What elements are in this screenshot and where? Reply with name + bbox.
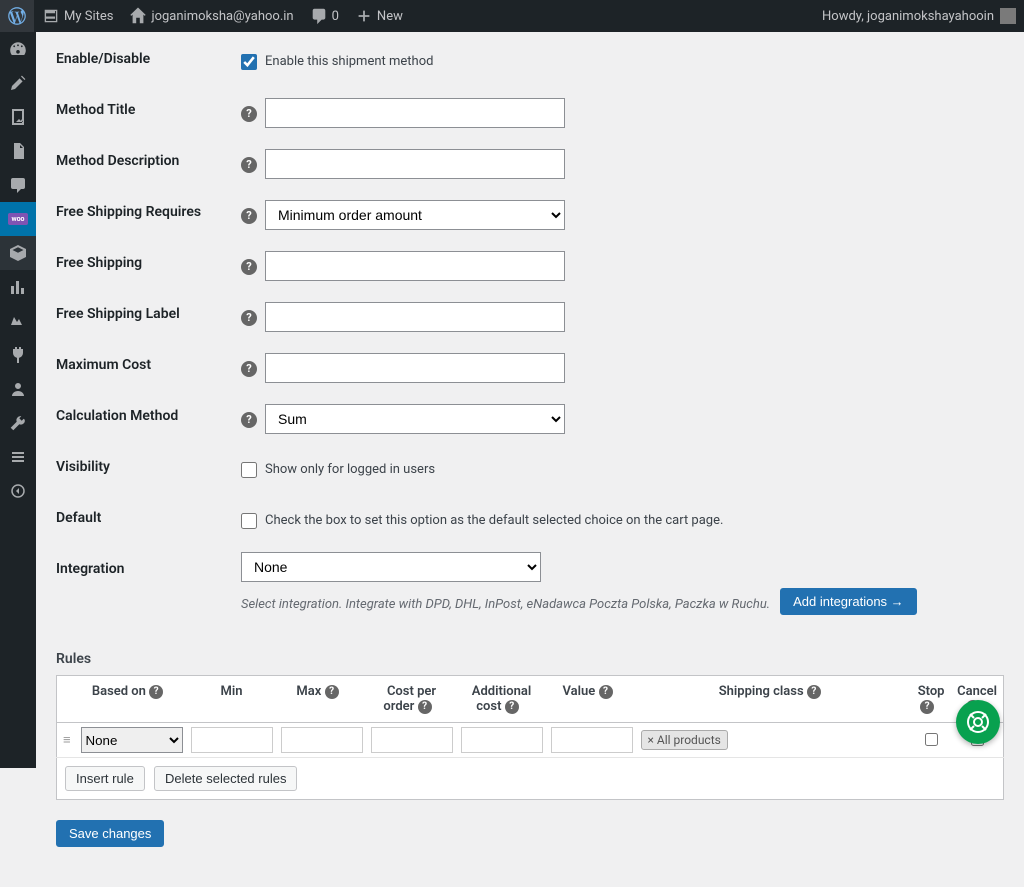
- menu-settings[interactable]: [0, 440, 36, 474]
- integration-label: Integration: [56, 546, 231, 621]
- help-icon[interactable]: ?: [325, 685, 339, 699]
- help-icon[interactable]: ?: [241, 106, 257, 122]
- integration-select[interactable]: None: [241, 552, 541, 582]
- menu-products[interactable]: [0, 236, 36, 270]
- max-input[interactable]: [281, 727, 363, 753]
- help-icon[interactable]: ?: [418, 700, 432, 714]
- delete-rules-button[interactable]: Delete selected rules: [154, 766, 297, 791]
- drag-handle[interactable]: ≡: [57, 723, 77, 758]
- help-icon[interactable]: ?: [599, 685, 613, 699]
- menu-media[interactable]: [0, 100, 36, 134]
- save-changes-button[interactable]: Save changes: [56, 820, 164, 847]
- rules-heading: Rules: [56, 651, 1004, 667]
- site-home-link[interactable]: joganimoksha@yahoo.in: [121, 0, 301, 32]
- menu-analytics[interactable]: [0, 270, 36, 304]
- help-icon[interactable]: ?: [241, 157, 257, 173]
- method-title-label: Method Title: [56, 87, 231, 138]
- default-checkbox-label: Check the box to set this option as the …: [265, 513, 723, 528]
- method-desc-input[interactable]: [265, 149, 565, 179]
- menu-woocommerce[interactable]: woo: [0, 202, 36, 236]
- comments-count: 0: [332, 9, 339, 24]
- content-area: Enable/Disable Enable this shipment meth…: [36, 0, 1024, 887]
- help-icon[interactable]: ?: [241, 310, 257, 326]
- new-label: New: [377, 9, 403, 24]
- wp-logo[interactable]: [0, 0, 34, 32]
- integration-note: Select integration. Integrate with DPD, …: [241, 597, 770, 612]
- value-input[interactable]: [551, 727, 633, 753]
- max-cost-input[interactable]: [265, 353, 565, 383]
- user-avatar: [1000, 8, 1016, 24]
- site-name-label: joganimoksha@yahoo.in: [151, 9, 293, 24]
- visibility-checkbox-label: Show only for logged in users: [265, 462, 435, 477]
- default-checkbox[interactable]: [241, 513, 257, 529]
- help-icon[interactable]: ?: [241, 259, 257, 275]
- help-icon[interactable]: ?: [505, 700, 519, 714]
- rule-row: ≡ None × All products: [57, 723, 1004, 758]
- menu-comments[interactable]: [0, 168, 36, 202]
- menu-posts[interactable]: [0, 66, 36, 100]
- my-sites-label: My Sites: [64, 9, 113, 24]
- my-sites-link[interactable]: My Sites: [34, 0, 121, 32]
- based-on-select[interactable]: None: [81, 727, 183, 753]
- menu-plugins[interactable]: [0, 338, 36, 372]
- calc-method-select[interactable]: Sum: [265, 404, 565, 434]
- stop-checkbox[interactable]: [925, 733, 938, 746]
- rules-table: Based on ? Min Max ? Cost per order ? Ad…: [56, 675, 1004, 758]
- woocommerce-icon: woo: [8, 213, 27, 225]
- free-shipping-label-input[interactable]: [265, 302, 565, 332]
- default-label: Default: [56, 495, 231, 546]
- free-shipping-label: Free Shipping: [56, 240, 231, 291]
- menu-collapse[interactable]: [0, 474, 36, 508]
- settings-form: Enable/Disable Enable this shipment meth…: [56, 36, 1004, 621]
- menu-appearance[interactable]: [0, 304, 36, 338]
- visibility-checkbox[interactable]: [241, 462, 257, 478]
- add-integrations-button[interactable]: Add integrations →: [780, 588, 917, 615]
- method-title-input[interactable]: [265, 98, 565, 128]
- free-shipping-input[interactable]: [265, 251, 565, 281]
- enable-checkbox[interactable]: [241, 54, 257, 70]
- new-content-link[interactable]: New: [347, 0, 411, 32]
- insert-rule-button[interactable]: Insert rule: [65, 766, 145, 791]
- menu-users[interactable]: [0, 372, 36, 406]
- method-desc-label: Method Description: [56, 138, 231, 189]
- admin-bar: My Sites joganimoksha@yahoo.in 0 New How…: [0, 0, 1024, 32]
- max-cost-label: Maximum Cost: [56, 342, 231, 393]
- enable-label: Enable/Disable: [56, 36, 231, 87]
- free-shipping-label-field: Free Shipping Label: [56, 291, 231, 342]
- admin-sidebar: woo: [0, 32, 36, 768]
- menu-pages[interactable]: [0, 134, 36, 168]
- help-icon[interactable]: ?: [920, 700, 934, 714]
- free-requires-label: Free Shipping Requires: [56, 189, 231, 240]
- rules-footer: Insert rule Delete selected rules: [56, 758, 1004, 800]
- cost-per-order-input[interactable]: [371, 727, 453, 753]
- enable-checkbox-label: Enable this shipment method: [265, 54, 433, 69]
- shipping-class-tag[interactable]: × All products: [641, 730, 728, 750]
- calc-method-label: Calculation Method: [56, 393, 231, 444]
- help-icon[interactable]: ?: [149, 685, 163, 699]
- help-bubble[interactable]: [956, 700, 1000, 744]
- howdy-text: Howdy, joganimokshayahooin: [822, 9, 994, 24]
- comments-link[interactable]: 0: [302, 0, 347, 32]
- user-account-link[interactable]: Howdy, joganimokshayahooin: [814, 0, 1024, 32]
- additional-cost-input[interactable]: [461, 727, 543, 753]
- min-input[interactable]: [191, 727, 273, 753]
- help-icon[interactable]: ?: [241, 208, 257, 224]
- visibility-label: Visibility: [56, 444, 231, 495]
- menu-dashboard[interactable]: [0, 32, 36, 66]
- help-icon[interactable]: ?: [807, 685, 821, 699]
- help-icon[interactable]: ?: [241, 361, 257, 377]
- help-icon[interactable]: ?: [241, 412, 257, 428]
- menu-tools[interactable]: [0, 406, 36, 440]
- free-requires-select[interactable]: Minimum order amount: [265, 200, 565, 230]
